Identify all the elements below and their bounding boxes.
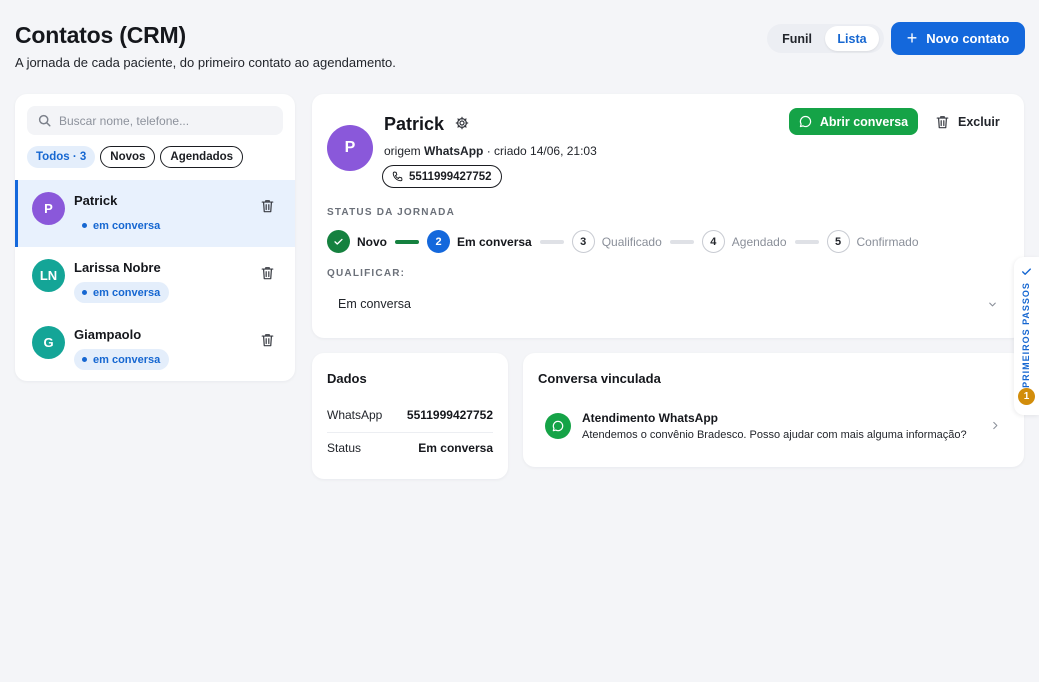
detail-avatar: P xyxy=(327,125,373,171)
journey-section-label: STATUS DA JORNADA xyxy=(327,207,455,218)
step-3-label: Qualificado xyxy=(601,234,662,249)
contact-detail-panel: P Patrick origem WhatsApp · criado 14/06… xyxy=(312,94,1024,338)
data-row-status: Status Em conversa xyxy=(327,441,493,455)
search-box xyxy=(27,106,283,135)
data-row-whatsapp: WhatsApp 5511999427752 xyxy=(327,408,493,422)
chevron-down-icon xyxy=(989,302,996,306)
contact-name: Patrick xyxy=(74,193,118,208)
qualify-select[interactable]: Em conversa xyxy=(327,290,1009,318)
data-value: Em conversa xyxy=(418,441,493,455)
step-3-marker[interactable]: 3 xyxy=(571,230,595,253)
step-connector xyxy=(539,239,564,244)
conversation-item-title: Atendimento WhatsApp xyxy=(582,411,718,425)
page-subtitle: A jornada de cada paciente, do primeiro … xyxy=(15,55,396,70)
avatar: G xyxy=(32,326,65,359)
status-badge-label: em conversa xyxy=(93,219,161,232)
whatsapp-icon xyxy=(545,413,571,439)
origin-source: WhatsApp xyxy=(424,144,484,158)
contact-row[interactable]: P Patrick em conversa xyxy=(15,180,295,247)
contact-name: Larissa Nobre xyxy=(74,260,161,275)
step-5-marker[interactable]: 5 xyxy=(826,230,850,253)
origin-info: origem WhatsApp · criado 14/06, 21:03 xyxy=(384,144,597,158)
chat-bubble-icon xyxy=(799,115,812,128)
avatar: P xyxy=(32,192,65,225)
status-badge-label: em conversa xyxy=(93,353,161,366)
filter-chips: Todos · 3 Novos Agendados xyxy=(27,146,244,168)
search-icon xyxy=(38,114,51,127)
status-badge: em conversa xyxy=(74,282,170,303)
status-badge: em conversa xyxy=(74,349,170,370)
status-dot-icon xyxy=(82,223,87,228)
trash-icon[interactable] xyxy=(261,199,274,213)
data-key: Status xyxy=(327,441,362,455)
contact-list-panel: Todos · 3 Novos Agendados P Patrick em c… xyxy=(15,94,295,381)
status-badge-label: em conversa xyxy=(93,286,161,299)
delete-label: Excluir xyxy=(958,114,1000,129)
contact-row[interactable]: LN Larissa Nobre em conversa xyxy=(15,247,295,314)
status-badge: em conversa xyxy=(74,215,169,236)
trash-icon[interactable] xyxy=(261,266,274,280)
journey-steps: Novo 2 Em conversa 3 Qualificado 4 Agend… xyxy=(327,230,919,253)
trash-icon xyxy=(936,115,949,128)
step-1-label: Novo xyxy=(357,234,387,249)
search-input[interactable] xyxy=(59,113,269,128)
step-4-label: Agendado xyxy=(731,234,787,249)
phone-pill[interactable]: 5511999427752 xyxy=(382,165,502,188)
plus-icon: + xyxy=(906,28,918,48)
data-card: Dados WhatsApp 5511999427752 Status Em c… xyxy=(312,353,508,479)
filter-scheduled-chip[interactable]: Agendados xyxy=(160,146,244,168)
conversation-item-preview: Atendemos o convênio Bradesco. Posso aju… xyxy=(582,429,967,441)
data-key: WhatsApp xyxy=(327,408,383,422)
linked-conversation-card: Conversa vinculada Atendimento WhatsApp … xyxy=(523,353,1024,467)
new-contact-label: Novo contato xyxy=(926,31,1010,46)
onboarding-count-badge: 1 xyxy=(1018,388,1035,405)
status-dot-icon xyxy=(82,357,87,362)
data-card-title: Dados xyxy=(327,371,367,386)
qualify-label: QUALIFICAR: xyxy=(327,268,406,279)
phone-number: 5511999427752 xyxy=(409,170,492,183)
avatar: LN xyxy=(32,259,65,292)
step-2-marker[interactable]: 2 xyxy=(427,230,450,253)
step-connector xyxy=(794,239,819,244)
check-icon xyxy=(1022,268,1031,275)
view-toggle: Funil Lista xyxy=(767,24,884,53)
step-4-marker[interactable]: 4 xyxy=(701,230,725,253)
step-connector xyxy=(395,239,419,244)
trash-icon[interactable] xyxy=(261,333,274,347)
open-conversation-label: Abrir conversa xyxy=(819,114,909,129)
filter-all-chip[interactable]: Todos · 3 xyxy=(27,146,96,168)
onboarding-side-tab[interactable]: PRIMEIROS PASSOS 1 xyxy=(1014,257,1039,415)
onboarding-label: PRIMEIROS PASSOS xyxy=(1021,282,1031,388)
contact-row[interactable]: G Giampaolo em conversa xyxy=(15,314,295,381)
gear-icon[interactable] xyxy=(455,116,469,130)
divider xyxy=(327,432,493,433)
page-header: Contatos (CRM) A jornada de cada pacient… xyxy=(15,22,396,70)
chevron-right-icon xyxy=(993,421,998,430)
view-lista-button[interactable]: Lista xyxy=(825,26,879,51)
qualify-value: Em conversa xyxy=(338,297,411,311)
step-connector xyxy=(669,239,694,244)
origin-prefix: origem xyxy=(384,144,421,158)
data-value: 5511999427752 xyxy=(406,408,493,422)
status-dot-icon xyxy=(82,290,87,295)
linked-conversation-title: Conversa vinculada xyxy=(538,371,661,386)
page-title: Contatos (CRM) xyxy=(15,22,186,48)
filter-new-chip[interactable]: Novos xyxy=(100,146,156,168)
detail-name: Patrick xyxy=(384,114,445,134)
conversation-item[interactable]: Atendimento WhatsApp Atendemos o convêni… xyxy=(538,403,1008,447)
contact-name: Giampaolo xyxy=(74,327,142,342)
check-icon xyxy=(334,238,343,245)
step-5-label: Confirmado xyxy=(856,234,919,249)
step-1-marker[interactable] xyxy=(327,230,350,253)
step-2-label: Em conversa xyxy=(457,234,532,249)
new-contact-button[interactable]: + Novo contato xyxy=(891,22,1025,55)
open-conversation-button[interactable]: Abrir conversa xyxy=(789,108,918,135)
view-funil-button[interactable]: Funil xyxy=(769,26,825,51)
phone-icon xyxy=(392,171,403,182)
delete-contact-button[interactable]: Excluir xyxy=(936,108,1000,135)
origin-created: · criado 14/06, 21:03 xyxy=(486,144,597,158)
